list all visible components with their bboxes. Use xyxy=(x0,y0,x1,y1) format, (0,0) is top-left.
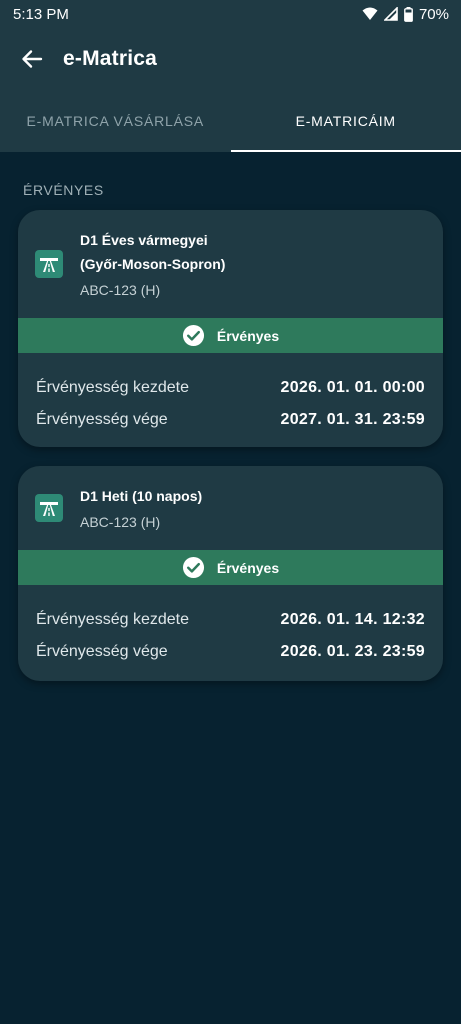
validity-end-label: Érvényesség vége xyxy=(36,411,168,428)
validity-details: Érvényesség kezdete 2026. 01. 14. 12:32 … xyxy=(18,585,443,668)
vignette-name: D1 Heti (10 napos) xyxy=(80,488,203,504)
validity-start-value: 2026. 01. 01. 00:00 xyxy=(280,379,425,396)
status-bar: 5:13 PM 70% xyxy=(0,0,461,28)
status-badge: Érvényes xyxy=(18,318,443,353)
validity-end-value: 2027. 01. 31. 23:59 xyxy=(280,411,425,428)
signal-icon xyxy=(383,7,398,21)
validity-details: Érvényesség kezdete 2026. 01. 01. 00:00 … xyxy=(18,353,443,436)
check-circle-icon xyxy=(182,324,204,347)
validity-end-row: Érvényesség vége 2026. 01. 23. 23:59 xyxy=(36,636,425,668)
wifi-icon xyxy=(362,7,378,21)
vignette-card[interactable]: D1 Éves vármegyei (Győr-Moson-Sopron) AB… xyxy=(18,210,443,447)
validity-end-label: Érvényesség vége xyxy=(36,643,168,660)
vignette-name: D1 Éves vármegyei (Győr-Moson-Sopron) xyxy=(80,228,380,276)
back-button[interactable] xyxy=(18,45,46,73)
validity-start-row: Érvényesség kezdete 2026. 01. 14. 12:32 xyxy=(36,604,425,636)
validity-end-value: 2026. 01. 23. 23:59 xyxy=(280,643,425,660)
vignette-card-header: D1 Éves vármegyei (Győr-Moson-Sopron) AB… xyxy=(18,210,443,318)
motorway-icon xyxy=(35,250,63,278)
tab-buy-vignette[interactable]: E-MATRICA VÁSÁRLÁSA xyxy=(0,90,231,152)
status-text: Érvényes xyxy=(216,559,280,576)
battery-icon xyxy=(404,6,413,22)
app-bar: e-Matrica xyxy=(0,28,461,90)
status-badge: Érvényes xyxy=(18,550,443,585)
validity-end-row: Érvényesség vége 2027. 01. 31. 23:59 xyxy=(36,404,425,436)
section-label-valid: ÉRVÉNYES xyxy=(23,182,104,198)
status-time: 5:13 PM xyxy=(13,5,69,23)
vignette-name-line1: D1 Éves vármegyei xyxy=(80,232,208,248)
vignette-card[interactable]: D1 Heti (10 napos) ABC-123 (H) Érvényes … xyxy=(18,466,443,681)
status-text: Érvényes xyxy=(216,327,280,344)
arrow-left-icon xyxy=(22,50,43,68)
vignette-name-line2: (Győr-Moson-Sopron) xyxy=(80,256,226,272)
page-title: e-Matrica xyxy=(63,47,158,70)
license-plate: ABC-123 (H) xyxy=(80,514,161,530)
tab-bar: E-MATRICA VÁSÁRLÁSA E-MATRICÁIM xyxy=(0,90,461,152)
motorway-icon xyxy=(35,494,63,522)
validity-start-value: 2026. 01. 14. 12:32 xyxy=(280,611,425,628)
validity-start-label: Érvényesség kezdete xyxy=(36,611,189,628)
validity-start-label: Érvényesség kezdete xyxy=(36,379,189,396)
vignette-card-header: D1 Heti (10 napos) ABC-123 (H) xyxy=(18,466,443,550)
tab-my-vignettes[interactable]: E-MATRICÁIM xyxy=(230,90,461,152)
check-circle-icon xyxy=(182,556,204,579)
license-plate: ABC-123 (H) xyxy=(80,282,161,298)
validity-start-row: Érvényesség kezdete 2026. 01. 01. 00:00 xyxy=(36,372,425,404)
status-icons: 70% xyxy=(362,6,449,23)
battery-percent: 70% xyxy=(418,5,449,23)
